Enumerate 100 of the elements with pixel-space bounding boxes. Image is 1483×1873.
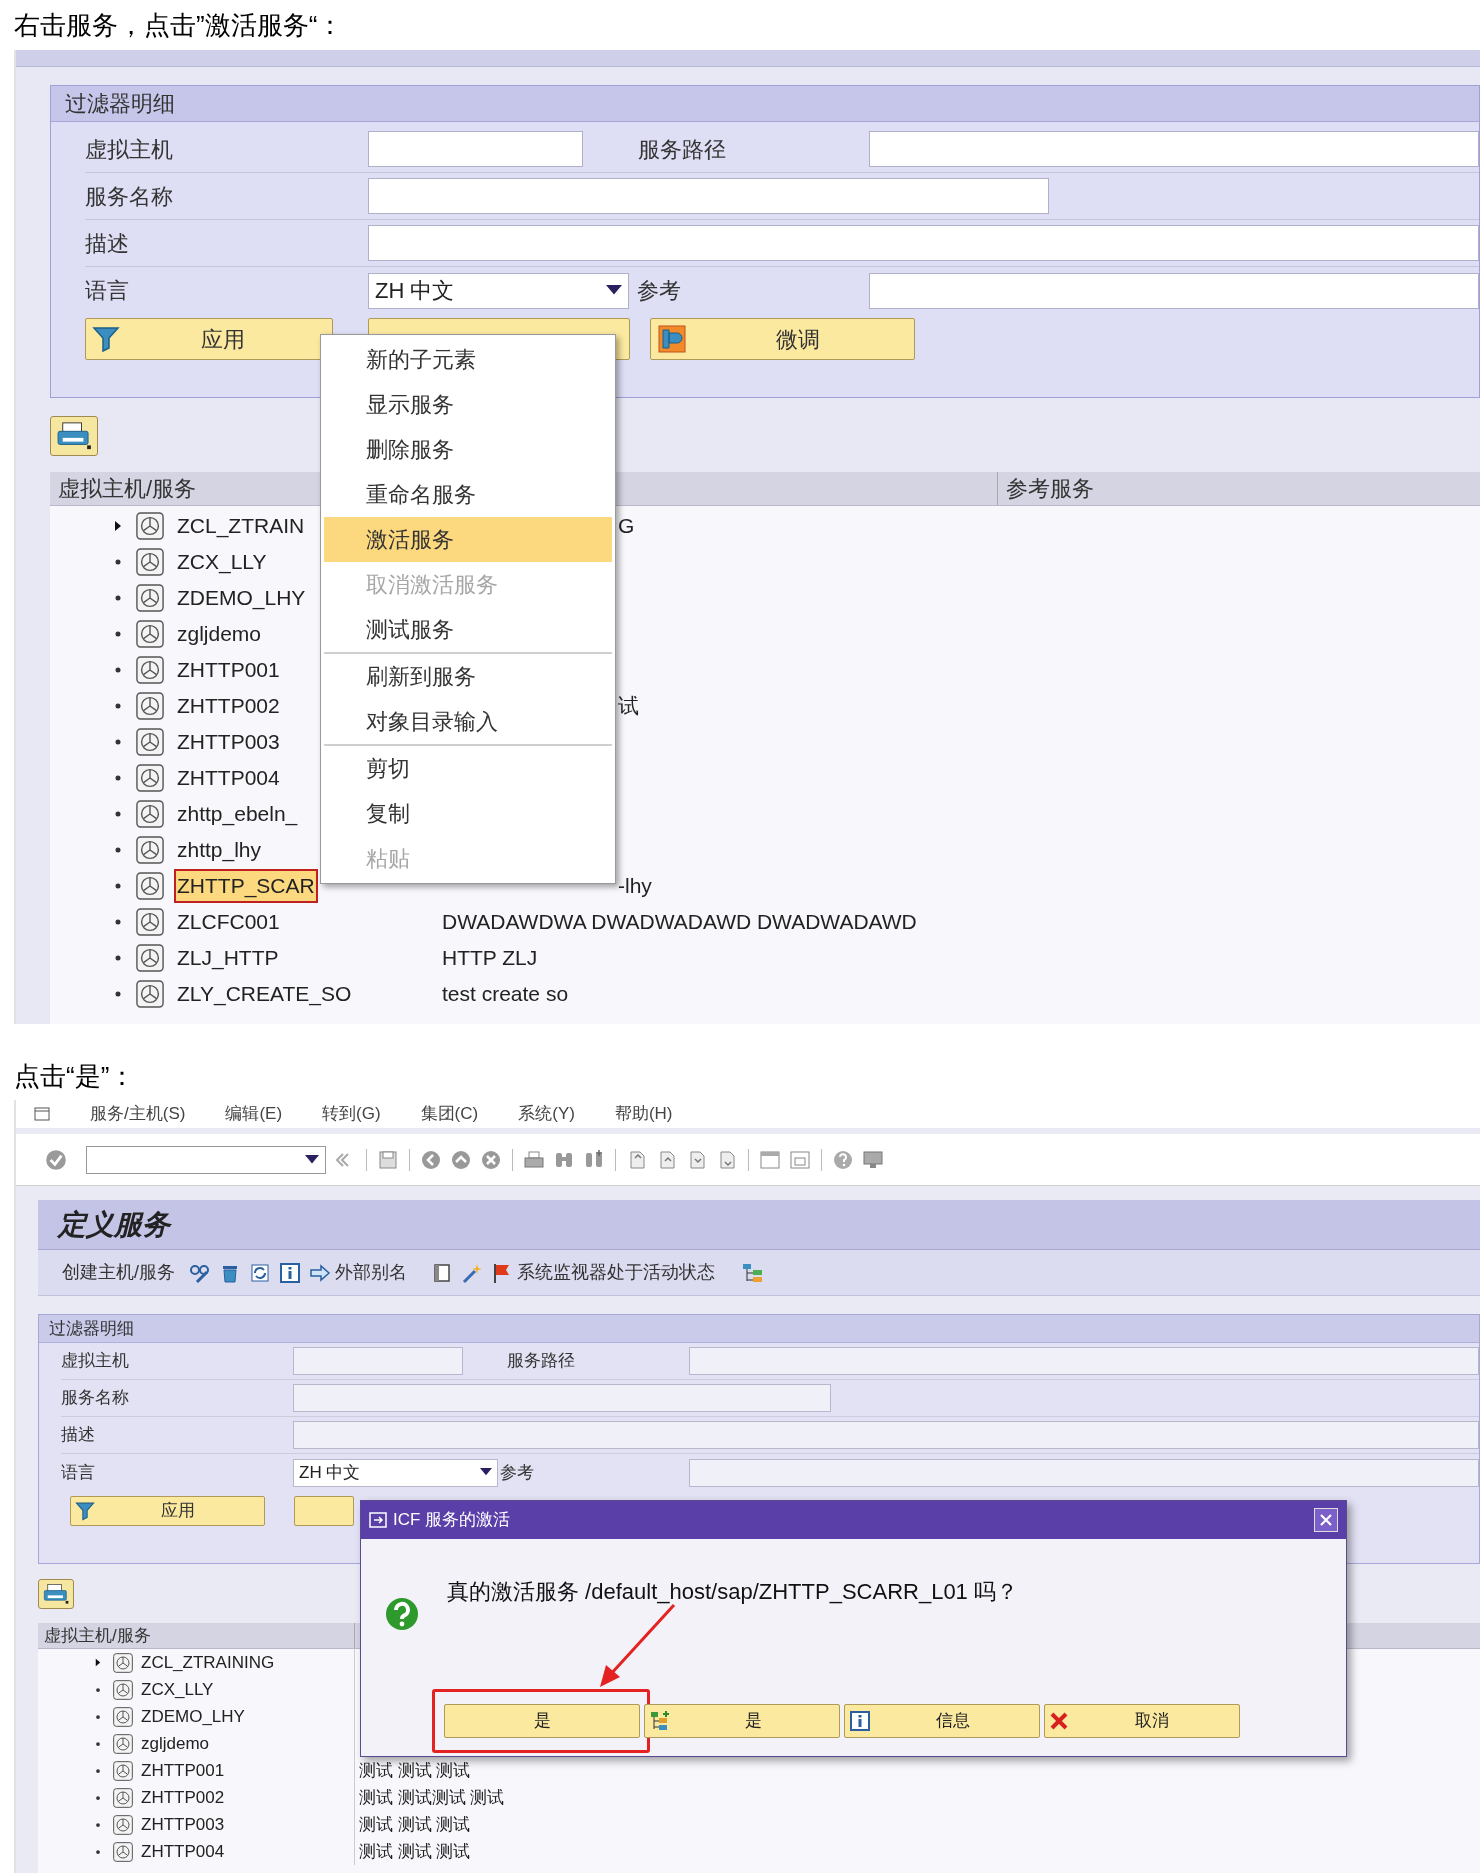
menu-item[interactable]: 重命名服务 xyxy=(324,472,612,517)
print-button[interactable] xyxy=(50,416,98,456)
input-field[interactable] xyxy=(293,1421,1479,1449)
input-field[interactable] xyxy=(293,1384,831,1412)
window-icon xyxy=(369,1512,387,1528)
tree-node[interactable]: ZHTTP003 xyxy=(141,1811,225,1838)
tree-node[interactable]: ZLJ_HTTP xyxy=(174,941,282,975)
up-icon[interactable] xyxy=(450,1148,472,1171)
toolbar-button[interactable]: 系统监视器处于活动状态 xyxy=(517,1259,715,1286)
menu-item[interactable]: 帮助(H) xyxy=(614,1101,673,1127)
language-dropdown[interactable]: ZH 中文 xyxy=(368,272,629,309)
menu-item[interactable]: 系统(Y) xyxy=(518,1101,575,1127)
menu-item[interactable]: 测试服务 xyxy=(324,607,612,652)
tree-node[interactable]: zhttp_ebeln_ xyxy=(174,797,301,831)
back-icon[interactable] xyxy=(420,1148,442,1171)
dialog-button[interactable]: 是 xyxy=(644,1704,840,1738)
tree-node[interactable]: ZDEMO_LHY xyxy=(174,581,309,615)
info-icon[interactable] xyxy=(279,1261,301,1284)
apply-button[interactable]: 应用 xyxy=(70,1496,265,1526)
command-field[interactable] xyxy=(86,1145,326,1174)
input-field[interactable] xyxy=(869,272,1479,309)
book-icon[interactable] xyxy=(431,1261,453,1284)
column-header[interactable]: 虚拟主机/服务 xyxy=(58,476,197,501)
save-icon[interactable] xyxy=(377,1148,399,1171)
tree-node[interactable]: ZCL_ZTRAIN xyxy=(174,509,308,543)
input-field[interactable] xyxy=(689,1347,1479,1375)
column-header[interactable]: 虚拟主机/服务 xyxy=(44,1625,151,1645)
field-label: 服务路径 xyxy=(507,1351,575,1371)
dropdown-caret-icon[interactable] xyxy=(606,284,622,297)
tree-node[interactable]: zhttp_lhy xyxy=(174,833,265,867)
toolbar-button[interactable] xyxy=(294,1496,354,1526)
help-icon[interactable] xyxy=(832,1148,854,1171)
toolbar-button[interactable]: 创建主机/服务 xyxy=(62,1259,175,1286)
window-icon[interactable] xyxy=(789,1148,811,1171)
field-label: 语言 xyxy=(61,1462,95,1482)
menu-item[interactable]: 转到(G) xyxy=(322,1101,381,1127)
dropdown-caret-icon[interactable] xyxy=(305,1154,319,1165)
cube-icon xyxy=(113,1652,133,1673)
tree-node[interactable]: ZLY_CREATE_SO xyxy=(174,977,355,1011)
print-button[interactable] xyxy=(38,1579,74,1609)
dropdown-caret-icon[interactable] xyxy=(480,1468,492,1477)
tree-node[interactable]: ZHTTP_SCAR xyxy=(174,869,318,903)
print-icon[interactable] xyxy=(523,1148,545,1171)
apply-button[interactable]: 应用 xyxy=(85,318,333,360)
tree-structure-icon xyxy=(649,1710,671,1732)
table-cell: DWADAWDWA DWADWADAWD DWADWADAWD xyxy=(442,910,917,934)
window-icon[interactable] xyxy=(759,1148,781,1171)
input-field[interactable] xyxy=(293,1347,463,1375)
menu-item[interactable]: 集团(C) xyxy=(420,1101,479,1127)
window-icon[interactable] xyxy=(34,1107,50,1121)
info-icon xyxy=(849,1710,871,1732)
menu-item[interactable]: 剪切 xyxy=(324,746,612,791)
input-field[interactable] xyxy=(368,178,1049,214)
tree-node[interactable]: ZHTTP003 xyxy=(174,725,283,759)
fine-tune-button[interactable]: 微调 xyxy=(650,318,915,360)
close-button[interactable] xyxy=(1314,1508,1338,1532)
menu-item[interactable]: 激活服务 xyxy=(324,517,612,562)
cube-icon xyxy=(136,980,164,1008)
toolbar-button[interactable]: 外部别名 xyxy=(335,1259,407,1286)
refresh-icon[interactable] xyxy=(249,1261,271,1284)
tree-node[interactable]: ZCX_LLY xyxy=(174,545,270,579)
check-icon[interactable] xyxy=(44,1147,68,1172)
tree-node[interactable]: zgljdemo xyxy=(174,617,265,651)
cube-icon xyxy=(136,548,164,576)
input-field[interactable] xyxy=(869,131,1479,167)
tree-node[interactable]: zgljdemo xyxy=(141,1730,210,1757)
filter-icon xyxy=(92,325,120,353)
dialog-button[interactable]: 信息 xyxy=(844,1704,1040,1738)
tree-node[interactable]: ZHTTP001 xyxy=(174,653,283,687)
input-field[interactable] xyxy=(689,1458,1479,1487)
cube-icon xyxy=(136,944,164,972)
expand-arrow-icon[interactable] xyxy=(95,1658,101,1667)
field-label: 虚拟主机 xyxy=(85,136,173,162)
column-header[interactable]: 参考服务 xyxy=(1006,472,1094,505)
expand-arrow-icon[interactable] xyxy=(114,520,122,532)
tree-node[interactable]: ZLCFC001 xyxy=(174,905,283,939)
tree-node[interactable]: ZCX_LLY xyxy=(141,1676,214,1703)
dialog-button[interactable]: 取消 xyxy=(1044,1704,1240,1738)
language-dropdown[interactable]: ZH 中文 xyxy=(293,1458,498,1487)
menu-item[interactable]: 复制 xyxy=(324,791,612,836)
tree-node[interactable]: ZCL_ZTRAINING xyxy=(141,1649,275,1676)
menu-item[interactable]: 删除服务 xyxy=(324,427,612,472)
tree-node[interactable]: ZDEMO_LHY xyxy=(141,1703,245,1730)
tree-node[interactable]: ZHTTP002 xyxy=(174,689,283,723)
tree-node[interactable]: ZHTTP004 xyxy=(174,761,283,795)
tree-node[interactable]: ZHTTP001 xyxy=(141,1757,225,1784)
tree-node[interactable]: ZHTTP002 xyxy=(141,1784,225,1811)
input-field[interactable] xyxy=(368,225,1479,261)
question-icon xyxy=(385,1597,419,1631)
menu-item[interactable]: 显示服务 xyxy=(324,382,612,427)
menu-item[interactable]: 服务/主机(S) xyxy=(90,1101,186,1127)
cube-icon xyxy=(136,584,164,612)
menu-item[interactable]: 对象目录输入 xyxy=(324,699,612,744)
monitor-icon[interactable] xyxy=(862,1148,884,1171)
menu-item[interactable]: 刷新到服务 xyxy=(324,654,612,699)
input-field[interactable] xyxy=(368,131,583,167)
menu-item[interactable]: 编辑(E) xyxy=(225,1101,283,1127)
cancel-icon[interactable] xyxy=(480,1148,502,1171)
tree-node[interactable]: ZHTTP004 xyxy=(141,1838,225,1865)
dialog-button[interactable]: 是 xyxy=(444,1704,640,1738)
